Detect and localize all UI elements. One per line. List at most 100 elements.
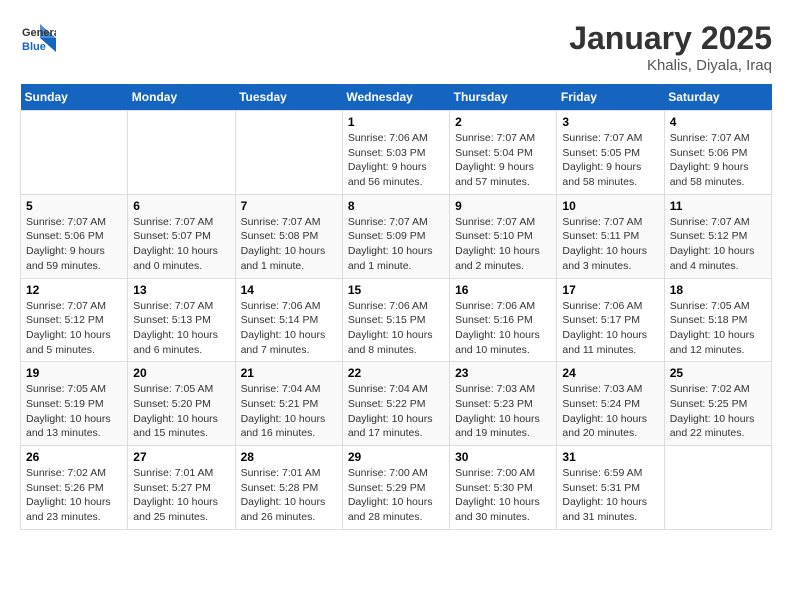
day-info: Sunrise: 6:59 AMSunset: 5:31 PMDaylight:… [562,466,658,525]
day-number: 21 [241,366,337,380]
calendar-cell: 11 Sunrise: 7:07 AMSunset: 5:12 PMDayligh… [664,194,771,278]
day-info: Sunrise: 7:06 AMSunset: 5:15 PMDaylight:… [348,299,444,358]
calendar-cell: 22 Sunrise: 7:04 AMSunset: 5:22 PMDayligh… [342,362,449,446]
day-info: Sunrise: 7:07 AMSunset: 5:05 PMDaylight:… [562,131,658,190]
day-number: 14 [241,283,337,297]
weekday-header: Monday [128,84,235,111]
day-number: 25 [670,366,766,380]
calendar-cell: 16Sunrise: 7:06 AMSunset: 5:16 PMDayligh… [450,278,557,362]
day-number: 31 [562,450,658,464]
day-info: Sunrise: 7:03 AMSunset: 5:24 PMDaylight:… [562,382,658,441]
calendar-week-row: 26 Sunrise: 7:02 AMSunset: 5:26 PMDayligh… [21,446,772,530]
day-info: Sunrise: 7:00 AMSunset: 5:29 PMDaylight:… [348,466,444,525]
calendar-cell: 14 Sunrise: 7:06 AMSunset: 5:14 PMDayligh… [235,278,342,362]
day-info: Sunrise: 7:04 AMSunset: 5:21 PMDaylight:… [241,382,337,441]
day-info: Sunrise: 7:05 AMSunset: 5:20 PMDaylight:… [133,382,229,441]
day-info: Sunrise: 7:06 AMSunset: 5:03 PMDaylight:… [348,131,444,190]
weekday-header-row: SundayMondayTuesdayWednesdayThursdayFrid… [21,84,772,111]
calendar-cell: 5Sunrise: 7:07 AMSunset: 5:06 PMDaylight… [21,194,128,278]
calendar-cell: 19 Sunrise: 7:05 AMSunset: 5:19 PMDayligh… [21,362,128,446]
day-info: Sunrise: 7:02 AMSunset: 5:25 PMDaylight:… [670,382,766,441]
day-info: Sunrise: 7:07 AMSunset: 5:11 PMDaylight:… [562,215,658,274]
day-number: 13 [133,283,229,297]
logo-icon: General Blue [20,20,56,56]
month-title: January 2025 [569,20,772,57]
day-info: Sunrise: 7:06 AMSunset: 5:17 PMDaylight:… [562,299,658,358]
day-info: Sunrise: 7:07 AMSunset: 5:12 PMDaylight:… [670,215,766,274]
calendar-cell: 25 Sunrise: 7:02 AMSunset: 5:25 PMDayligh… [664,362,771,446]
calendar-week-row: 19 Sunrise: 7:05 AMSunset: 5:19 PMDayligh… [21,362,772,446]
day-number: 29 [348,450,444,464]
title-block: January 2025 Khalis, Diyala, Iraq [569,20,772,74]
svg-text:Blue: Blue [22,41,46,53]
day-info: Sunrise: 7:04 AMSunset: 5:22 PMDaylight:… [348,382,444,441]
calendar-cell: 7 Sunrise: 7:07 AMSunset: 5:08 PMDaylight… [235,194,342,278]
weekday-header: Saturday [664,84,771,111]
calendar-cell: 1Sunrise: 7:06 AMSunset: 5:03 PMDaylight… [342,111,449,195]
day-number: 7 [241,199,337,213]
day-number: 20 [133,366,229,380]
day-info: Sunrise: 7:07 AMSunset: 5:13 PMDaylight:… [133,299,229,358]
day-number: 19 [26,366,122,380]
day-number: 2 [455,115,551,129]
calendar-cell: 2 Sunrise: 7:07 AMSunset: 5:04 PMDaylight… [450,111,557,195]
day-info: Sunrise: 7:07 AMSunset: 5:08 PMDaylight:… [241,215,337,274]
day-number: 27 [133,450,229,464]
day-number: 24 [562,366,658,380]
calendar-week-row: 12Sunrise: 7:07 AMSunset: 5:12 PMDayligh… [21,278,772,362]
calendar-table: SundayMondayTuesdayWednesdayThursdayFrid… [20,84,772,530]
calendar-cell: 13 Sunrise: 7:07 AMSunset: 5:13 PMDayligh… [128,278,235,362]
calendar-week-row: 1Sunrise: 7:06 AMSunset: 5:03 PMDaylight… [21,111,772,195]
day-number: 10 [562,199,658,213]
day-number: 26 [26,450,122,464]
day-info: Sunrise: 7:07 AMSunset: 5:09 PMDaylight:… [348,215,444,274]
calendar-cell [128,111,235,195]
day-number: 15 [348,283,444,297]
day-number: 18 [670,283,766,297]
calendar-cell: 24 Sunrise: 7:03 AMSunset: 5:24 PMDayligh… [557,362,664,446]
calendar-cell: 10 Sunrise: 7:07 AMSunset: 5:11 PMDayligh… [557,194,664,278]
day-number: 6 [133,199,229,213]
location-title: Khalis, Diyala, Iraq [569,57,772,74]
day-info: Sunrise: 7:07 AMSunset: 5:07 PMDaylight:… [133,215,229,274]
day-number: 3 [562,115,658,129]
weekday-header: Thursday [450,84,557,111]
day-info: Sunrise: 7:02 AMSunset: 5:26 PMDaylight:… [26,466,122,525]
calendar-cell: 6 Sunrise: 7:07 AMSunset: 5:07 PMDaylight… [128,194,235,278]
page-header: General Blue January 2025 Khalis, Diyala… [20,20,772,74]
svg-text:General: General [22,27,56,39]
calendar-week-row: 5Sunrise: 7:07 AMSunset: 5:06 PMDaylight… [21,194,772,278]
calendar-cell [21,111,128,195]
day-number: 22 [348,366,444,380]
weekday-header: Tuesday [235,84,342,111]
calendar-cell: 18 Sunrise: 7:05 AMSunset: 5:18 PMDayligh… [664,278,771,362]
day-info: Sunrise: 7:05 AMSunset: 5:19 PMDaylight:… [26,382,122,441]
day-number: 8 [348,199,444,213]
calendar-cell: 17 Sunrise: 7:06 AMSunset: 5:17 PMDayligh… [557,278,664,362]
day-number: 12 [26,283,122,297]
calendar-cell: 28Sunrise: 7:01 AMSunset: 5:28 PMDayligh… [235,446,342,530]
calendar-cell: 27 Sunrise: 7:01 AMSunset: 5:27 PMDayligh… [128,446,235,530]
day-info: Sunrise: 7:06 AMSunset: 5:14 PMDaylight:… [241,299,337,358]
day-info: Sunrise: 7:01 AMSunset: 5:27 PMDaylight:… [133,466,229,525]
weekday-header: Sunday [21,84,128,111]
day-info: Sunrise: 7:07 AMSunset: 5:04 PMDaylight:… [455,131,551,190]
day-number: 17 [562,283,658,297]
calendar-cell: 30Sunrise: 7:00 AMSunset: 5:30 PMDayligh… [450,446,557,530]
day-number: 23 [455,366,551,380]
day-number: 4 [670,115,766,129]
day-number: 11 [670,199,766,213]
calendar-cell: 15 Sunrise: 7:06 AMSunset: 5:15 PMDayligh… [342,278,449,362]
day-number: 28 [241,450,337,464]
day-info: Sunrise: 7:05 AMSunset: 5:18 PMDaylight:… [670,299,766,358]
day-number: 16 [455,283,551,297]
calendar-cell: 9Sunrise: 7:07 AMSunset: 5:10 PMDaylight… [450,194,557,278]
calendar-cell: 29 Sunrise: 7:00 AMSunset: 5:29 PMDayligh… [342,446,449,530]
calendar-cell: 31 Sunrise: 6:59 AMSunset: 5:31 PMDayligh… [557,446,664,530]
calendar-cell: 23 Sunrise: 7:03 AMSunset: 5:23 PMDayligh… [450,362,557,446]
calendar-cell: 26 Sunrise: 7:02 AMSunset: 5:26 PMDayligh… [21,446,128,530]
day-info: Sunrise: 7:07 AMSunset: 5:06 PMDaylight:… [670,131,766,190]
weekday-header: Friday [557,84,664,111]
day-info: Sunrise: 7:03 AMSunset: 5:23 PMDaylight:… [455,382,551,441]
day-info: Sunrise: 7:07 AMSunset: 5:10 PMDaylight:… [455,215,551,274]
